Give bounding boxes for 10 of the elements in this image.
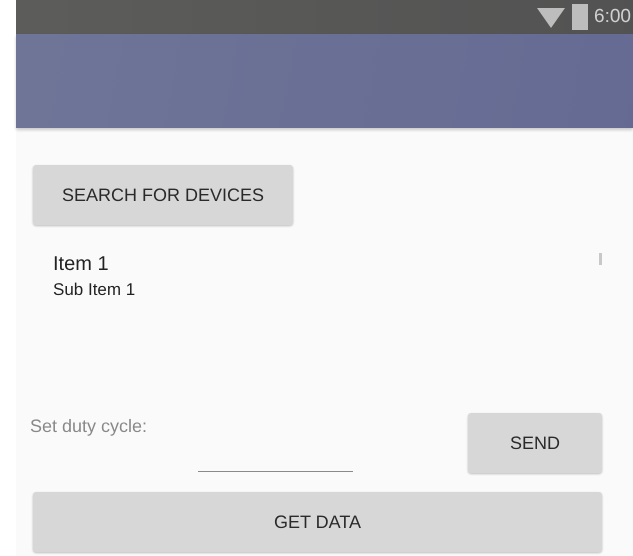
clock-time: 6:00 [594, 6, 631, 28]
send-button[interactable]: SEND [468, 413, 602, 473]
list-item-subtitle: Sub Item 1 [53, 280, 136, 300]
wifi-icon [536, 6, 566, 28]
list-item-title[interactable]: Item 1 [53, 253, 602, 276]
get-data-button[interactable]: GET DATA [33, 492, 602, 552]
duty-cycle-label: Set duty cycle: [30, 416, 148, 437]
scrollbar [599, 253, 602, 265]
search-button[interactable]: SEARCH FOR DEVICES [33, 165, 293, 225]
battery-icon [572, 4, 588, 30]
